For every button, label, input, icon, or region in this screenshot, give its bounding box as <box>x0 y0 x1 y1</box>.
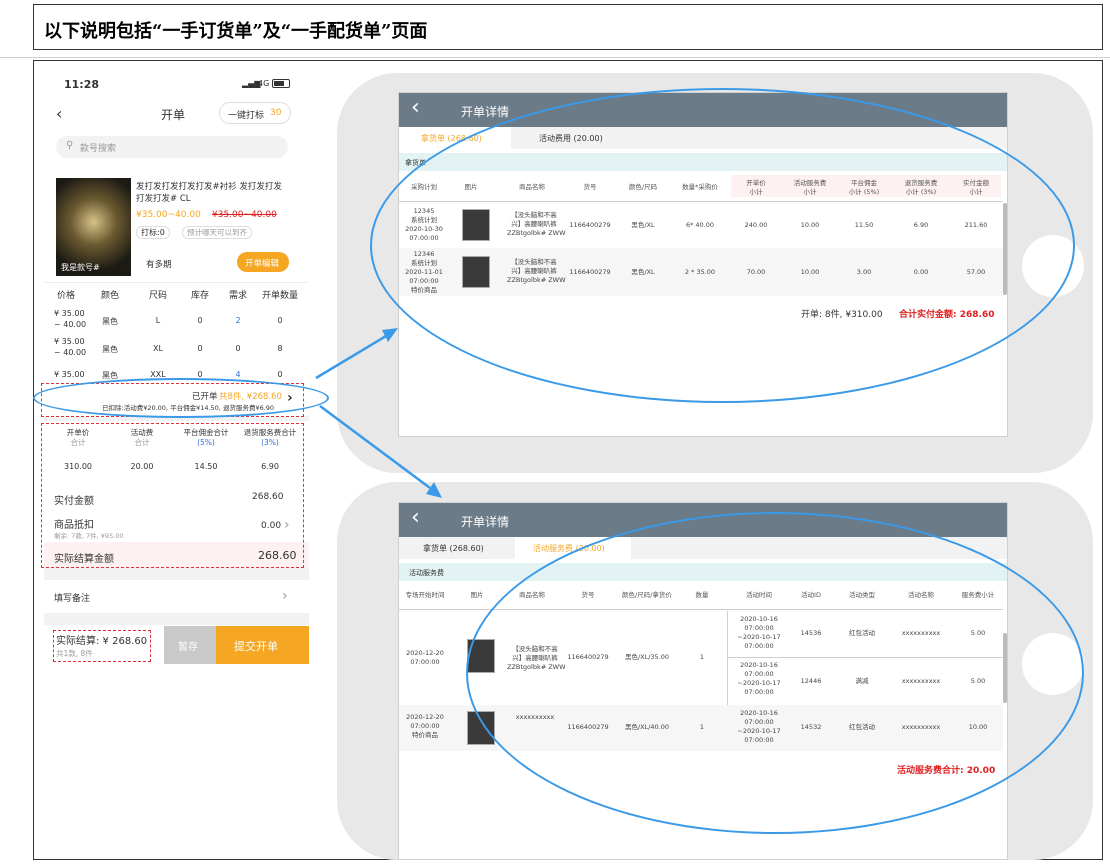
product-image[interactable]: 我是款号# <box>56 178 131 276</box>
row-demand: 0 <box>235 344 241 353</box>
row-price: ¥ 35.00 <box>54 370 85 379</box>
row-demand: 4 <box>235 370 241 379</box>
heading: 以下说明包括“一手订货单”及“一手配货单”页面 <box>44 21 428 42</box>
back-icon[interactable]: ‹ <box>411 95 420 120</box>
sku-row: ¥ 35.00 ~ 40.00 黑色 XL 0 0 8 <box>44 336 309 362</box>
one-click-button[interactable]: 一键打标 30 <box>219 102 291 124</box>
heading-box: 以下说明包括“一手订货单”及“一手配货单”页面 <box>33 4 1103 50</box>
multi-period: 有多期 <box>146 260 172 270</box>
document-page: 以下说明包括“一手订货单”及“一手配货单”页面 11:28 ▂▄▆ 4G ‹ 开… <box>0 0 1110 864</box>
row-color: 黑色 <box>102 317 118 326</box>
highlight-fees <box>41 423 304 568</box>
product-orig-price: ¥35.00~40.00 <box>212 210 277 220</box>
highlight-ellipse <box>370 88 1075 403</box>
remark-row[interactable]: 填写备注 › <box>44 588 309 608</box>
status-time: 11:28 <box>64 78 100 91</box>
remark-label: 填写备注 <box>54 594 91 604</box>
tag-badge[interactable]: 打标:0 <box>136 226 170 239</box>
col-demand: 需求 <box>228 291 247 301</box>
row-color: 黑色 <box>102 345 118 354</box>
divider <box>44 568 309 580</box>
special-badge: 特价商品 <box>412 731 438 739</box>
arrow-to-tablet1 <box>315 334 387 380</box>
page-title: 开单 <box>161 108 186 122</box>
tablet2-title: 开单详情 <box>461 515 510 529</box>
product-caption: 我是款号# <box>61 263 100 272</box>
row-size: XL <box>153 344 163 353</box>
network-label: 4G <box>258 79 270 88</box>
row-size: L <box>155 316 161 325</box>
search-placeholder: 款号搜索 <box>80 144 117 154</box>
row-start-time: 2020-12-20 07:00:00 <box>406 713 444 730</box>
arrowhead-icon <box>382 328 398 342</box>
submit-label: 提交开单 <box>234 640 278 653</box>
submit-button[interactable]: 提交开单 <box>216 626 309 664</box>
col-qty: 开单数量 <box>261 291 298 301</box>
edit-button[interactable]: 开单编辑 <box>237 252 289 272</box>
status-bar: 11:28 ▂▄▆ 4G <box>44 76 309 92</box>
arrival-badge[interactable]: 预计哪天可以到齐 <box>182 226 252 239</box>
col-color: 颜色 <box>100 291 119 301</box>
row-qty[interactable]: 0 <box>258 370 302 379</box>
battery-icon <box>272 79 290 88</box>
divider <box>44 282 309 283</box>
col-stock: 库存 <box>190 291 209 301</box>
save-button[interactable]: 暂存 <box>164 626 216 664</box>
row-demand: 2 <box>235 316 241 325</box>
row-price: ¥ 35.00 ~ 40.00 <box>54 337 87 357</box>
divider <box>0 57 1110 58</box>
one-click-count: 30 <box>270 108 282 118</box>
tab-pickup[interactable]: 拿货单 (268.60) <box>423 543 484 554</box>
divider <box>44 613 309 625</box>
sku-row: ¥ 35.00 ~ 40.00 黑色 L 0 2 0 <box>44 308 309 334</box>
row-start-time: 2020-12-20 07:00:00 <box>406 649 444 666</box>
highlight-ellipse <box>33 378 329 418</box>
row-qty[interactable]: 8 <box>258 344 302 353</box>
search-icon: ⚲ <box>66 140 74 151</box>
nav-bar: ‹ 开单 一键打标 30 <box>44 100 309 128</box>
row-stock: 0 <box>197 316 203 325</box>
row-stock: 0 <box>197 344 203 353</box>
section-label: 活动服务费 <box>409 569 444 577</box>
row-qty[interactable]: 0 <box>258 316 302 325</box>
row-price: ¥ 35.00 ~ 40.00 <box>54 309 87 329</box>
tablet1-title: 开单详情 <box>461 105 510 119</box>
arrow-connectors <box>315 328 442 498</box>
product-name: 发打发打发打发打发#衬衫 发打发打发打发打发# CL <box>136 182 282 204</box>
highlight-ellipse <box>466 512 1084 834</box>
edit-button-label: 开单编辑 <box>245 259 280 269</box>
col-size: 尺码 <box>148 291 167 301</box>
product-price: ¥35.00~40.00 <box>136 210 201 220</box>
chevron-right-icon: › <box>282 588 288 604</box>
sku-table-header: 价格 颜色 尺码 库存 需求 开单数量 <box>44 288 309 302</box>
arrowhead-icon <box>426 482 442 498</box>
back-icon[interactable]: ‹ <box>56 104 62 123</box>
arrow-to-tablet2 <box>319 404 431 490</box>
th: 专场开始时间 <box>405 591 445 599</box>
one-click-label: 一键打标 <box>228 111 265 121</box>
th: 图片 <box>470 591 484 599</box>
search-input[interactable]: ⚲ 款号搜索 <box>56 136 288 158</box>
save-label: 暂存 <box>178 642 198 653</box>
col-price: 价格 <box>56 291 75 301</box>
highlight-footer <box>53 630 151 662</box>
phone-screen: 11:28 ▂▄▆ 4G ‹ 开单 一键打标 30 ⚲ 款号搜索 我是款号# 发… <box>44 68 309 668</box>
